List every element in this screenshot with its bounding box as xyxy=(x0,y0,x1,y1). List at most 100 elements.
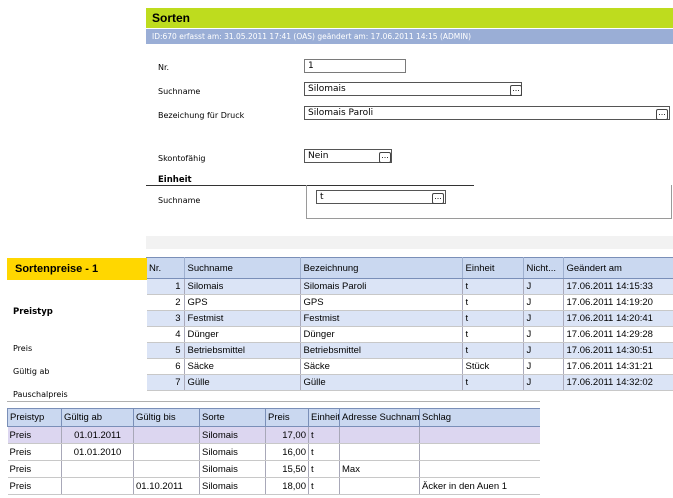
suchname-input[interactable]: Silomais xyxy=(304,82,522,96)
cell-sorte: Silomais xyxy=(199,477,266,495)
sorten-title-bar: Sorten xyxy=(146,8,673,28)
cell-bezeichnung: Gülle xyxy=(300,374,463,391)
column-header-nicht[interactable]: Nicht... xyxy=(523,257,564,279)
cell-nr: 2 xyxy=(146,294,185,311)
table-row[interactable]: Preis 01.01.2011 Silomais 17,00 t xyxy=(7,426,540,444)
table-row[interactable]: 5 Betriebsmittel Betriebsmittel t J 17.0… xyxy=(146,342,673,359)
table-row[interactable]: 3 Festmist Festmist t J 17.06.2011 14:20… xyxy=(146,310,673,327)
bezeichnung-input[interactable]: Silomais Paroli xyxy=(304,106,670,120)
cell-nicht: J xyxy=(523,294,564,311)
cell-einheit: t xyxy=(462,310,524,327)
cell-nr: 5 xyxy=(146,342,185,359)
table-row[interactable]: 6 Säcke Säcke Stück J 17.06.2011 14:31:2… xyxy=(146,358,673,375)
preis-label: Preis xyxy=(13,344,33,353)
column-header-gueltig-ab[interactable]: Gültig ab xyxy=(61,408,134,427)
column-header-sorte[interactable]: Sorte xyxy=(199,408,266,427)
cell-adresse-suchname xyxy=(339,477,420,495)
preise-grid: Preistyp Gültig ab Gültig bis Sorte Prei… xyxy=(7,408,540,495)
preise-grid-panel: Preistyp Gültig ab Gültig bis Sorte Prei… xyxy=(7,401,540,498)
pauschalpreis-label: Pauschalpreis xyxy=(13,390,68,399)
cell-preis: 16,00 xyxy=(265,443,309,461)
cell-suchname: Gülle xyxy=(184,374,301,391)
cell-gueltig-bis xyxy=(133,426,200,444)
cell-suchname: Betriebsmittel xyxy=(184,342,301,359)
column-header-einheit[interactable]: Einheit xyxy=(462,257,524,279)
column-header-preistyp[interactable]: Preistyp xyxy=(7,408,62,427)
cell-preistyp: Preis xyxy=(7,443,62,461)
cell-einheit: t xyxy=(308,426,340,444)
skonto-label: Skontofähig xyxy=(158,154,206,163)
column-header-preis[interactable]: Preis xyxy=(265,408,309,427)
einheit-suchname-input[interactable]: t xyxy=(316,190,446,204)
cell-gueltig-bis: 01.10.2011 xyxy=(133,477,200,495)
cell-einheit: t xyxy=(308,477,340,495)
cell-sorte: Silomais xyxy=(199,426,266,444)
column-header-suchname[interactable]: Suchname xyxy=(184,257,301,279)
cell-adresse-suchname xyxy=(339,426,420,444)
cell-nicht: J xyxy=(523,342,564,359)
column-header-adresse-suchname[interactable]: Adresse Suchname xyxy=(339,408,420,427)
gueltig-ab-label: Gültig ab xyxy=(13,367,50,376)
table-row[interactable]: Preis Silomais 15,50 t Max xyxy=(7,460,540,478)
cell-geaendert: 17.06.2011 14:31:21 xyxy=(563,358,673,375)
cell-gueltig-ab: 01.01.2011 xyxy=(61,426,134,444)
cell-suchname: Festmist xyxy=(184,310,301,327)
cell-einheit: t xyxy=(462,326,524,343)
cell-suchname: Dünger xyxy=(184,326,301,343)
column-header-geaendert[interactable]: Geändert am xyxy=(563,257,673,279)
cell-nicht: J xyxy=(523,374,564,391)
record-info-bar: ID:670 erfasst am: 31.05.2011 17:41 (OAS… xyxy=(146,29,673,44)
cell-gueltig-bis xyxy=(133,443,200,461)
cell-geaendert: 17.06.2011 14:15:33 xyxy=(563,278,673,295)
bezeichnung-picker-button[interactable]: ... xyxy=(656,109,668,120)
table-row[interactable]: 1 Silomais Silomais Paroli t J 17.06.201… xyxy=(146,278,673,295)
splitter[interactable] xyxy=(146,236,673,249)
table-row[interactable]: 4 Dünger Dünger t J 17.06.2011 14:29:28 xyxy=(146,326,673,343)
cell-bezeichnung: Betriebsmittel xyxy=(300,342,463,359)
cell-geaendert: 17.06.2011 14:19:20 xyxy=(563,294,673,311)
cell-bezeichnung: GPS xyxy=(300,294,463,311)
table-row[interactable]: 2 GPS GPS t J 17.06.2011 14:19:20 xyxy=(146,294,673,311)
cell-nr: 7 xyxy=(146,374,185,391)
cell-nicht: J xyxy=(523,278,564,295)
cell-preistyp: Preis xyxy=(7,460,62,478)
sortenpreise-window: Sortenpreise - 1 Preistyp Preis Gültig a… xyxy=(7,258,147,403)
suchname-picker-button[interactable]: ... xyxy=(510,85,522,96)
column-header-einheit[interactable]: Einheit xyxy=(308,408,340,427)
cell-preistyp: Preis xyxy=(7,426,62,444)
cell-nr: 4 xyxy=(146,326,185,343)
cell-nicht: J xyxy=(523,326,564,343)
table-row[interactable]: Preis 01.01.2010 Silomais 16,00 t xyxy=(7,443,540,461)
cell-suchname: GPS xyxy=(184,294,301,311)
nr-input[interactable]: 1 xyxy=(304,59,406,73)
cell-nr: 1 xyxy=(146,278,185,295)
cell-nicht: J xyxy=(523,310,564,327)
cell-schlag xyxy=(419,460,540,478)
cell-sorte: Silomais xyxy=(199,443,266,461)
cell-nr: 6 xyxy=(146,358,185,375)
cell-einheit: t xyxy=(308,460,340,478)
einheit-picker-button[interactable]: ... xyxy=(432,193,444,204)
cell-gueltig-ab xyxy=(61,460,134,478)
cell-preis: 15,50 xyxy=(265,460,309,478)
column-header-bezeichnung[interactable]: Bezeichnung xyxy=(300,257,463,279)
cell-einheit: t xyxy=(462,374,524,391)
einheit-suchname-label: Suchname xyxy=(158,196,201,205)
einheit-section-title: Einheit xyxy=(158,175,192,185)
table-row[interactable]: 7 Gülle Gülle t J 17.06.2011 14:32:02 xyxy=(146,374,673,391)
table-row[interactable]: Preis 01.10.2011 Silomais 18,00 t Äcker … xyxy=(7,477,540,495)
cell-adresse-suchname: Max xyxy=(339,460,420,478)
cell-preis: 18,00 xyxy=(265,477,309,495)
cell-bezeichnung: Dünger xyxy=(300,326,463,343)
cell-geaendert: 17.06.2011 14:32:02 xyxy=(563,374,673,391)
cell-gueltig-bis xyxy=(133,460,200,478)
cell-adresse-suchname xyxy=(339,443,420,461)
nr-label: Nr. xyxy=(158,63,170,72)
cell-preis: 17,00 xyxy=(265,426,309,444)
cell-einheit: t xyxy=(462,278,524,295)
column-header-nr[interactable]: Nr. xyxy=(146,257,185,279)
column-header-schlag[interactable]: Schlag xyxy=(419,408,540,427)
cell-suchname: Säcke xyxy=(184,358,301,375)
skonto-picker-button[interactable]: ... xyxy=(379,152,391,163)
column-header-gueltig-bis[interactable]: Gültig bis xyxy=(133,408,200,427)
